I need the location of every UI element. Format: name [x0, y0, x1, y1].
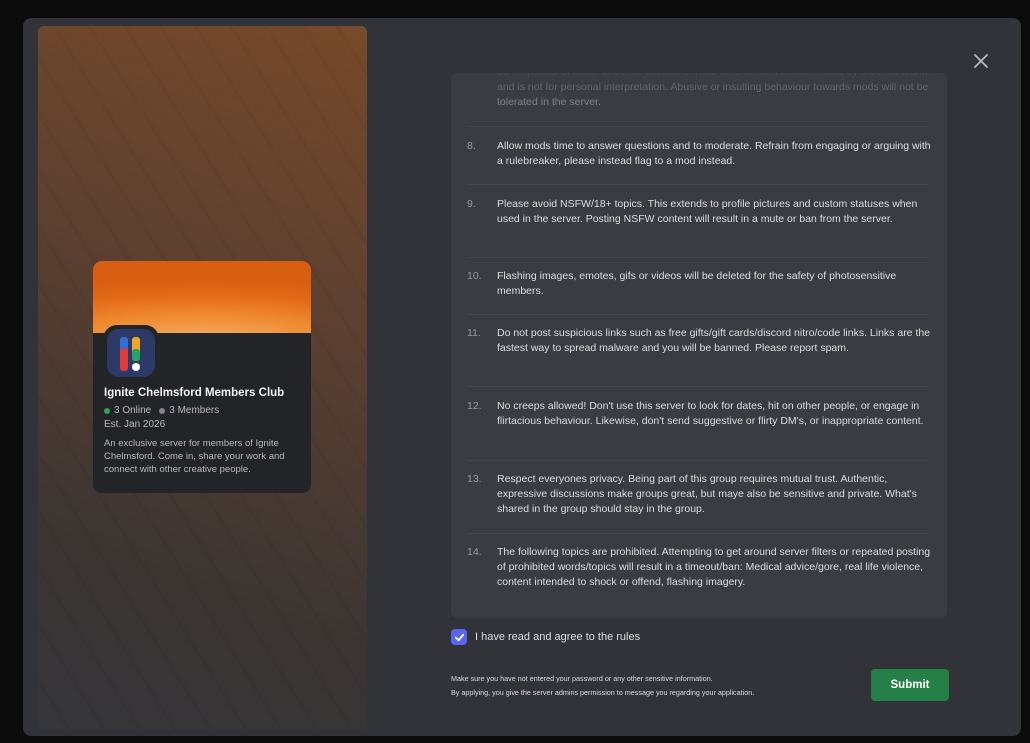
rule-item: 11. Do not post suspicious links such as…: [451, 326, 947, 356]
rule-number: 11.: [467, 327, 481, 339]
rule-text: Flashing images, emotes, gifs or videos …: [497, 270, 897, 297]
rule-number: 7.: [467, 73, 497, 110]
submit-button[interactable]: Submit: [871, 669, 949, 701]
server-banner: [93, 261, 311, 333]
rule-item: 9. Please avoid NSFW/18+ topics. This ex…: [451, 197, 947, 227]
member-count: 3 Members: [169, 405, 220, 416]
rule-number: 9.: [467, 198, 476, 210]
rule-number: 13.: [467, 473, 482, 485]
rule-item: 8. Allow mods time to answer questions a…: [451, 139, 947, 169]
disclaimer: Make sure you have not entered your pass…: [451, 672, 754, 700]
server-preview-panel: Ignite Chelmsford Members Club 3 Online …: [38, 26, 367, 730]
rule-item: 7. Be respectful of mods and their decis…: [451, 73, 947, 110]
rule-number: 10.: [467, 270, 482, 282]
agree-row[interactable]: I have read and agree to the rules: [451, 629, 640, 645]
rule-text: The following topics are prohibited. Att…: [497, 546, 931, 588]
rule-number: 12.: [467, 400, 482, 412]
rule-divider: [469, 257, 929, 258]
rule-number: 14.: [467, 546, 482, 558]
disclaimer-line-2: By applying, you give the server admins …: [451, 688, 755, 697]
rule-divider: [469, 126, 929, 127]
rule-item: 12. No creeps allowed! Don't use this se…: [451, 399, 947, 429]
rule-text: Allow mods time to answer questions and …: [497, 140, 931, 167]
server-card: Ignite Chelmsford Members Club 3 Online …: [93, 261, 311, 493]
rule-item: 10. Flashing images, emotes, gifs or vid…: [451, 269, 947, 299]
online-dot-icon: [104, 407, 110, 414]
server-established: Est. Jan 2026: [104, 419, 166, 430]
rule-number: 8.: [467, 140, 476, 152]
rule-text: Please avoid NSFW/18+ topics. This exten…: [497, 198, 918, 225]
rule-divider: [469, 314, 929, 315]
disclaimer-line-1: Make sure you have not entered your pass…: [451, 674, 713, 683]
rule-divider: [469, 460, 929, 461]
rules-list[interactable]: 7. Be respectful of mods and their decis…: [451, 73, 947, 618]
server-stats: 3 Online 3 Members: [104, 405, 219, 416]
rule-divider: [469, 386, 929, 387]
agree-checkbox[interactable]: [451, 629, 467, 645]
rule-divider: [469, 533, 929, 534]
members-dot-icon: [159, 407, 166, 414]
application-modal: Ignite Chelmsford Members Club 3 Online …: [23, 18, 1021, 736]
agree-label[interactable]: I have read and agree to the rules: [475, 631, 640, 643]
rule-text: Do not post suspicious links such as fre…: [497, 327, 931, 354]
rule-text: Respect everyones privacy. Being part of…: [497, 473, 917, 515]
server-description: An exclusive server for members of Ignit…: [104, 438, 285, 475]
rule-divider: [469, 184, 929, 185]
rule-item: 13. Respect everyones privacy. Being par…: [451, 472, 947, 517]
check-icon: [454, 633, 464, 641]
close-button[interactable]: [969, 49, 993, 73]
close-icon: [974, 54, 988, 68]
server-icon: [103, 325, 159, 381]
rule-text: No creeps allowed! Don't use this server…: [497, 400, 924, 427]
server-name: Ignite Chelmsford Members Club: [104, 387, 285, 399]
rule-text: Be respectful of mods and their decision…: [497, 73, 929, 108]
online-count: 3 Online: [114, 405, 152, 416]
rule-item: 14. The following topics are prohibited.…: [451, 545, 947, 590]
